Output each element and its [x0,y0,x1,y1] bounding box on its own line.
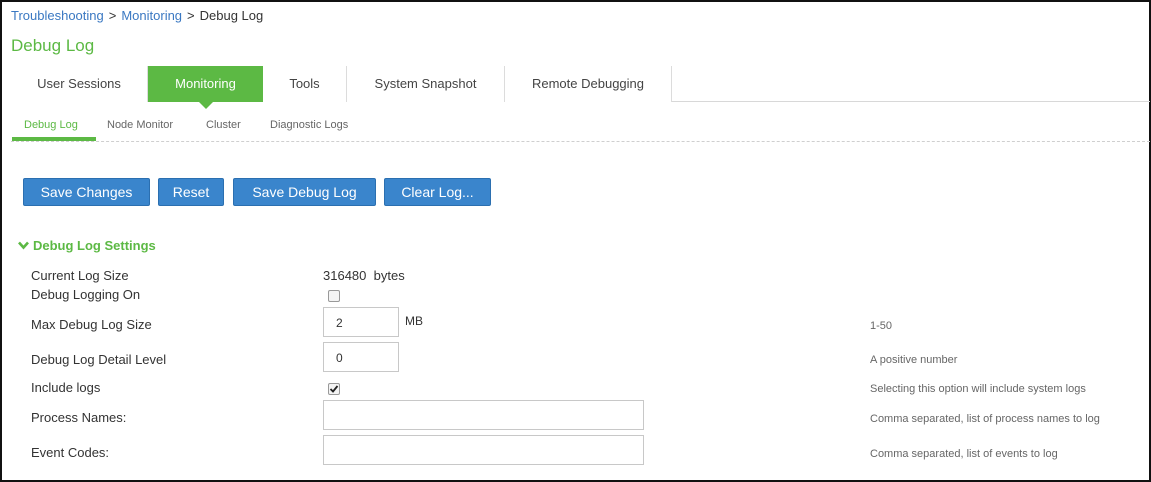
tab-remote-debugging[interactable]: Remote Debugging [505,66,672,102]
main-tabs: User Sessions Monitoring Tools System Sn… [11,66,1150,109]
detail-level-hint: A positive number [870,354,958,366]
event-codes-input[interactable] [323,435,644,465]
sub-tabs: Debug Log Node Monitor Cluster Diagnosti… [11,114,1150,142]
save-debug-log-button[interactable]: Save Debug Log [233,178,376,206]
current-log-size-label: Current Log Size [31,268,129,283]
tab-system-snapshot[interactable]: System Snapshot [347,66,505,102]
checkmark-icon [329,385,339,393]
subtab-cluster[interactable]: Cluster [206,119,241,131]
detail-level-label: Debug Log Detail Level [31,352,167,367]
event-codes-label: Event Codes: [31,445,110,460]
debug-logging-on-checkbox[interactable] [328,290,340,302]
subtab-node-monitor[interactable]: Node Monitor [107,119,173,131]
save-changes-button[interactable]: Save Changes [23,178,150,206]
subtab-diagnostic-logs[interactable]: Diagnostic Logs [270,119,348,131]
current-log-size-value: 316480 bytes [323,268,405,283]
page-title: Debug Log [11,36,95,55]
process-names-hint: Comma separated, list of process names t… [870,413,1100,425]
page-frame: Troubleshooting > Monitoring > Debug Log Deb… [0,0,1151,482]
breadcrumb-link-monitoring[interactable]: Monitoring [121,8,182,23]
subtab-debug-log[interactable]: Debug Log [24,119,78,131]
chevron-down-icon [18,241,29,253]
max-debug-log-size-input[interactable]: 2 [323,307,399,337]
debug-logging-on-label: Debug Logging On [31,287,141,302]
clear-log-button[interactable]: Clear Log... [384,178,491,206]
process-names-input[interactable] [323,400,644,430]
current-log-size-unit: bytes [373,268,405,283]
event-codes-hint: Comma separated, list of events to log [870,448,1058,460]
current-log-size-number: 316480 [323,268,367,283]
breadcrumb-separator: > [108,8,117,23]
max-debug-log-size-unit: MB [405,314,423,328]
max-debug-log-size-label: Max Debug Log Size [31,317,152,332]
include-logs-checkbox[interactable] [328,383,340,395]
active-subtab-indicator [12,137,96,141]
breadcrumb-current: Debug Log [199,8,264,23]
tab-tools[interactable]: Tools [263,66,347,102]
breadcrumb: Troubleshooting > Monitoring > Debug Log [11,8,263,23]
reset-button[interactable]: Reset [158,178,224,206]
process-names-label: Process Names: [31,410,127,425]
debug-log-settings-header[interactable]: Debug Log Settings [18,238,156,253]
detail-level-input[interactable]: 0 [323,342,399,372]
breadcrumb-separator: > [187,8,195,23]
breadcrumb-link-troubleshooting[interactable]: Troubleshooting [11,8,104,23]
max-debug-log-size-hint: 1-50 [870,320,893,332]
tab-monitoring[interactable]: Monitoring [148,66,263,109]
include-logs-hint: Selecting this option will include syste… [870,383,1086,395]
tab-user-sessions[interactable]: User Sessions [11,66,148,102]
section-title: Debug Log Settings [33,238,156,253]
include-logs-label: Include logs [31,380,101,395]
